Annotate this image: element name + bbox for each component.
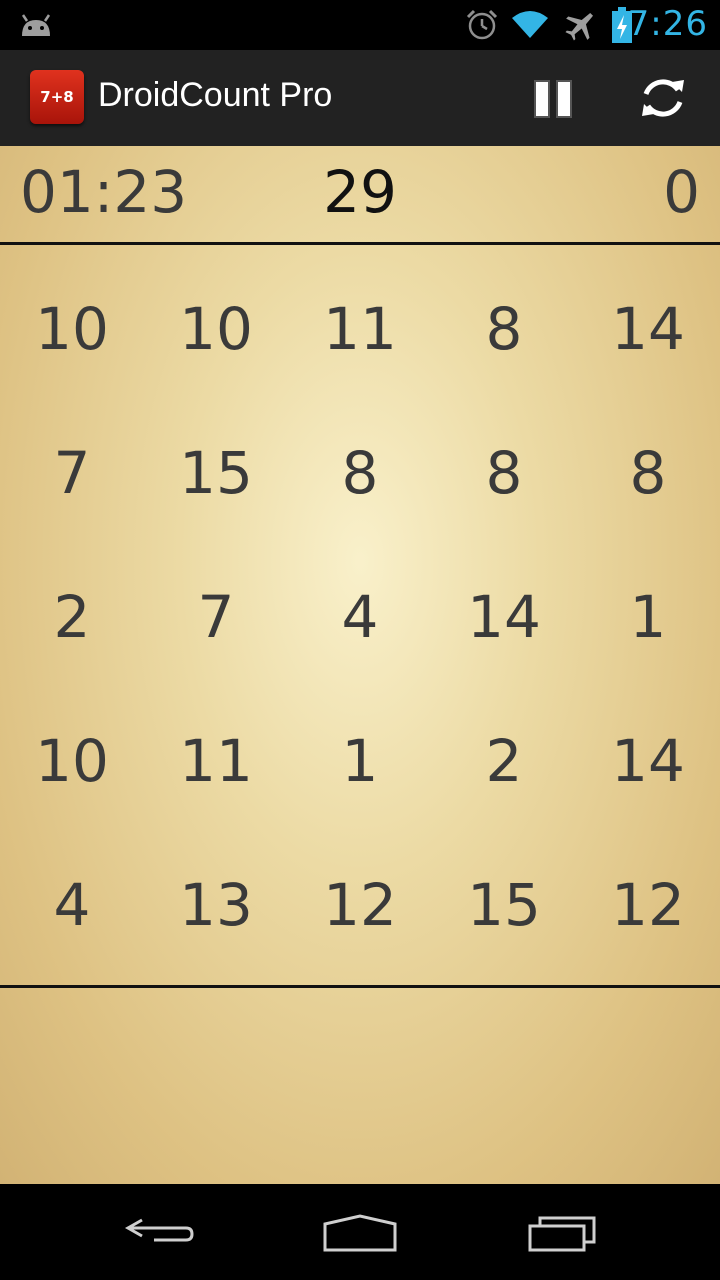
status-bar: 7:26 bbox=[0, 0, 720, 50]
status-clock: 7:26 bbox=[627, 4, 708, 44]
target-sum: 29 bbox=[323, 158, 397, 226]
back-icon[interactable] bbox=[124, 1212, 196, 1252]
score-header: 01:23 29 0 bbox=[0, 146, 720, 245]
number-tile[interactable]: 10 bbox=[0, 689, 144, 833]
number-tile[interactable]: 12 bbox=[288, 833, 432, 977]
number-tile[interactable]: 2 bbox=[432, 689, 576, 833]
navigation-bar bbox=[0, 1184, 720, 1280]
app-icon[interactable]: 7+8 bbox=[30, 70, 84, 124]
action-bar: 7+8 DroidCount Pro bbox=[0, 50, 720, 147]
number-tile[interactable]: 4 bbox=[288, 545, 432, 689]
grid-bottom-divider bbox=[0, 985, 720, 988]
number-tile[interactable]: 14 bbox=[576, 689, 720, 833]
number-tile[interactable]: 1 bbox=[288, 689, 432, 833]
number-tile[interactable]: 11 bbox=[288, 257, 432, 401]
number-tile[interactable]: 8 bbox=[288, 401, 432, 545]
number-tile[interactable]: 14 bbox=[576, 257, 720, 401]
refresh-button[interactable] bbox=[632, 68, 694, 128]
recent-apps-icon[interactable] bbox=[526, 1212, 598, 1252]
game-board: 01:23 29 0 10 10 11 8 14 7 15 8 8 8 2 7 … bbox=[0, 146, 720, 1184]
number-tile[interactable]: 7 bbox=[144, 545, 288, 689]
home-icon[interactable] bbox=[322, 1212, 398, 1252]
number-tile[interactable]: 13 bbox=[144, 833, 288, 977]
score: 0 bbox=[663, 158, 700, 226]
screen: 7:26 7+8 DroidCount Pro 01:23 29 0 10 10… bbox=[0, 0, 720, 1280]
android-icon bbox=[21, 14, 51, 36]
number-tile[interactable]: 12 bbox=[576, 833, 720, 977]
number-tile[interactable]: 8 bbox=[576, 401, 720, 545]
number-tile[interactable]: 1 bbox=[576, 545, 720, 689]
number-tile[interactable]: 15 bbox=[144, 401, 288, 545]
number-tile[interactable]: 10 bbox=[0, 257, 144, 401]
airplane-icon bbox=[565, 12, 594, 41]
alarm-icon bbox=[466, 9, 498, 40]
number-tile[interactable]: 14 bbox=[432, 545, 576, 689]
number-tile[interactable]: 2 bbox=[0, 545, 144, 689]
number-tile[interactable]: 15 bbox=[432, 833, 576, 977]
wifi-icon bbox=[512, 11, 548, 38]
number-tile[interactable]: 11 bbox=[144, 689, 288, 833]
number-tile[interactable]: 7 bbox=[0, 401, 144, 545]
number-grid: 10 10 11 8 14 7 15 8 8 8 2 7 4 14 1 10 1… bbox=[0, 257, 720, 982]
number-tile[interactable]: 8 bbox=[432, 257, 576, 401]
refresh-icon bbox=[642, 79, 684, 117]
number-tile[interactable]: 4 bbox=[0, 833, 144, 977]
pause-button[interactable] bbox=[520, 68, 584, 128]
app-title: DroidCount Pro bbox=[98, 76, 333, 114]
number-tile[interactable]: 10 bbox=[144, 257, 288, 401]
number-tile[interactable]: 8 bbox=[432, 401, 576, 545]
